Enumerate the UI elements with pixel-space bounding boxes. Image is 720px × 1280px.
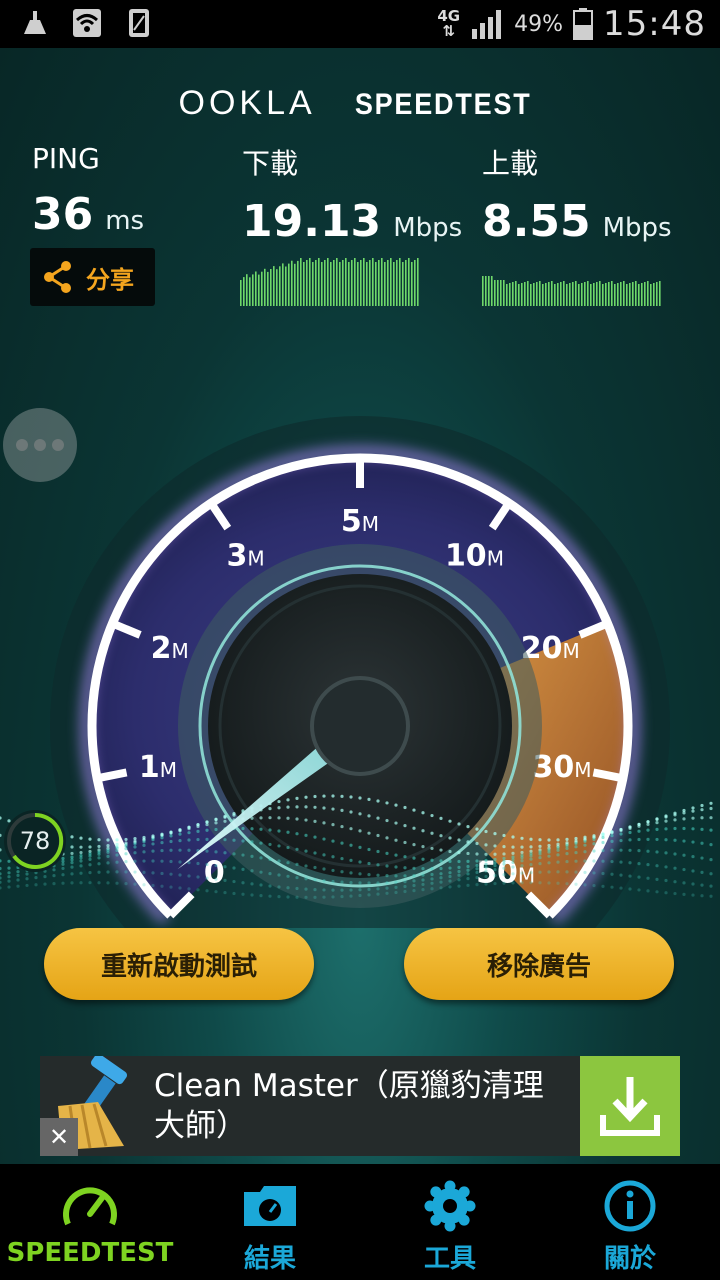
download-label: 下載: [242, 147, 299, 180]
cleaner-notification-icon: [24, 11, 46, 34]
ping-value: 36: [32, 189, 94, 240]
download-value: 19.13: [242, 196, 382, 247]
speed-gauge: 01M2M3M5M10M20M30M50M: [0, 416, 713, 928]
share-button[interactable]: 分享: [30, 248, 155, 306]
nav-results[interactable]: 結果: [180, 1164, 360, 1280]
ad-app-icon: ✕: [40, 1053, 140, 1156]
nav-tools-label: 工具: [423, 1244, 476, 1274]
upload-sparkline: [482, 276, 661, 306]
ad-close-button[interactable]: ✕: [40, 1118, 78, 1156]
ping-label: PING: [32, 142, 100, 175]
download-icon: [600, 1077, 660, 1136]
network-type: 4G ⇅: [437, 7, 461, 40]
upload-value: 8.55: [482, 196, 591, 247]
ping-unit: ms: [105, 206, 145, 236]
app-logo: OOKLA SPEEDTEST: [0, 84, 720, 123]
download-metric: 下載 19.13 Mbps: [242, 142, 462, 247]
wifi-icon: [73, 9, 101, 37]
gauge-tick-label: 0: [204, 856, 225, 891]
ad-text: Clean Master（原獵豹清理 大師）: [140, 1056, 580, 1156]
ad-title-line2: 大師）: [154, 1108, 247, 1144]
nav-speedtest-label: SPEEDTEST: [6, 1238, 174, 1268]
upload-unit: Mbps: [602, 213, 672, 243]
ping-metric: PING 36 ms: [32, 142, 144, 240]
download-unit: Mbps: [393, 213, 463, 243]
remove-ads-button[interactable]: 移除廣告: [404, 928, 674, 1000]
screenshot-notification-icon: [129, 9, 149, 37]
results-folder-icon: [244, 1186, 296, 1226]
nav-about[interactable]: 關於: [540, 1164, 720, 1280]
upload-label: 上載: [482, 147, 539, 180]
gear-icon: [424, 1180, 476, 1232]
speedometer-icon: [63, 1187, 117, 1226]
score-badge[interactable]: 78: [4, 810, 66, 872]
share-label: 分享: [86, 265, 134, 294]
needle-hub: [310, 676, 410, 776]
signal-icon: [472, 10, 502, 39]
ad-download-button[interactable]: [580, 1056, 680, 1156]
nav-about-label: 關於: [603, 1244, 656, 1274]
battery-percent: 49%: [514, 11, 564, 37]
clock: 15:48: [603, 4, 706, 44]
share-icon: [44, 261, 71, 293]
bottom-navigation: SPEEDTEST 結果 工具 關於: [0, 1164, 720, 1280]
restart-test-button[interactable]: 重新啟動測試: [44, 928, 314, 1000]
nav-tools[interactable]: 工具: [360, 1164, 540, 1280]
upload-metric: 上載 8.55 Mbps: [482, 142, 672, 247]
info-icon: [604, 1180, 656, 1232]
nav-results-label: 結果: [243, 1244, 296, 1274]
score-value: 78: [19, 827, 51, 855]
ad-banner[interactable]: ✕ Clean Master（原獵豹清理 大師）: [40, 1053, 680, 1156]
product-name: SPEEDTEST: [354, 88, 532, 121]
brand-name: OOKLA: [178, 84, 316, 122]
nav-speedtest[interactable]: SPEEDTEST: [0, 1164, 180, 1280]
battery-icon: [573, 8, 594, 40]
download-sparkline: [240, 258, 419, 306]
speedtest-main: OOKLA SPEEDTEST PING 36 ms 下載 19.13 Mbps 上…: [0, 48, 720, 1164]
status-bar: 4G ⇅ 49% 15:48: [0, 0, 720, 48]
ad-title-line1: Clean Master（原獵豹清理: [154, 1068, 544, 1104]
